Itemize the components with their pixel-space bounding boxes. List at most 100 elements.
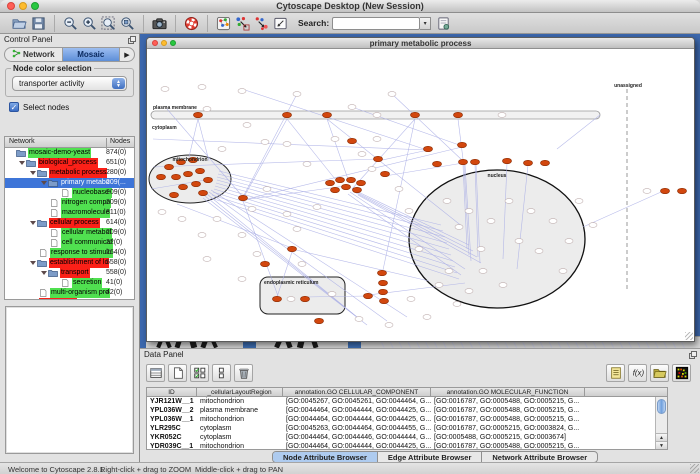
tree-row-biological-process[interactable]: biological_process651(0) bbox=[5, 158, 134, 168]
network-node-selected-color[interactable] bbox=[379, 280, 388, 285]
network-node[interactable] bbox=[348, 105, 356, 110]
network-node[interactable] bbox=[238, 277, 246, 282]
network-node[interactable] bbox=[559, 269, 567, 274]
table-row[interactable]: YKR052Ccytoplasm[GO:0044464, GO:0044446,… bbox=[147, 433, 667, 442]
birds-eye-overview[interactable] bbox=[5, 306, 134, 454]
network-node[interactable] bbox=[498, 113, 506, 118]
network-node-selected-color[interactable] bbox=[283, 112, 292, 117]
search-dropdown-arrow[interactable]: ▾ bbox=[420, 17, 431, 30]
network-node[interactable] bbox=[487, 219, 495, 224]
column-header-2[interactable]: annotation.GO CELLULAR_COMPONENT bbox=[283, 388, 431, 396]
float-panel-icon[interactable] bbox=[689, 351, 697, 359]
table-row[interactable]: YPL036W__2plasma membrane[GO:0044464, GO… bbox=[147, 406, 667, 415]
network-node-selected-color[interactable] bbox=[170, 192, 179, 197]
delete-attribute-icon[interactable] bbox=[234, 364, 253, 382]
node-color-dropdown[interactable]: transporter activity ▲▼ bbox=[12, 76, 127, 91]
expander-triangle-icon[interactable] bbox=[41, 181, 47, 185]
zoom-in-icon[interactable] bbox=[80, 15, 99, 32]
network-node[interactable] bbox=[213, 217, 221, 222]
network-node-selected-color[interactable] bbox=[336, 177, 345, 182]
network-view-window[interactable]: primary metabolic process plasma membran… bbox=[146, 37, 695, 342]
network-node-selected-color[interactable] bbox=[353, 187, 362, 192]
network-node[interactable] bbox=[395, 187, 403, 192]
help-icon[interactable] bbox=[182, 15, 201, 32]
network-node[interactable] bbox=[385, 323, 393, 328]
network-node-selected-color[interactable] bbox=[172, 174, 181, 179]
network-node-selected-color[interactable] bbox=[342, 184, 351, 189]
network-node[interactable] bbox=[535, 249, 543, 254]
network-node[interactable] bbox=[589, 223, 597, 228]
tree-row-cell-communicat[interactable]: cell communicat22(0) bbox=[5, 238, 134, 248]
network-node-selected-color[interactable] bbox=[315, 318, 324, 323]
network-node[interactable] bbox=[373, 113, 381, 118]
tree-row-nitrogen-compo[interactable]: nitrogen compo209(0) bbox=[5, 198, 134, 208]
network-node-selected-color[interactable] bbox=[381, 171, 390, 176]
network-node[interactable] bbox=[515, 239, 523, 244]
network-node-selected-color[interactable] bbox=[347, 177, 356, 182]
network-node[interactable] bbox=[445, 269, 453, 274]
network-canvas[interactable]: plasma membranecytoplasmmitochondrionnuc… bbox=[147, 49, 694, 341]
network-node[interactable] bbox=[358, 152, 366, 157]
network-node[interactable] bbox=[283, 142, 291, 147]
network-node-selected-color[interactable] bbox=[199, 190, 208, 195]
network-node-selected-color[interactable] bbox=[678, 188, 687, 193]
select-nodes-checkbox[interactable]: ✓ bbox=[9, 102, 19, 112]
network-node[interactable] bbox=[203, 257, 211, 262]
import-attributes-icon[interactable] bbox=[650, 364, 669, 382]
tree-row-mosaic-demo-yeast[interactable]: mosaic-demo-yeast874(0) bbox=[5, 148, 134, 158]
network-node[interactable] bbox=[549, 219, 557, 224]
column-header-0[interactable]: ID bbox=[147, 388, 197, 396]
network-node[interactable] bbox=[328, 292, 336, 297]
network-node-selected-color[interactable] bbox=[326, 180, 335, 185]
network-node[interactable] bbox=[479, 269, 487, 274]
network-node[interactable] bbox=[253, 252, 261, 257]
network-node[interactable] bbox=[443, 199, 451, 204]
tree-row-transport[interactable]: transport558(0) bbox=[5, 268, 134, 278]
network-node-selected-color[interactable] bbox=[184, 171, 193, 176]
network-node-selected-color[interactable] bbox=[261, 261, 270, 266]
network-node-selected-color[interactable] bbox=[364, 293, 373, 298]
new-attribute-icon[interactable] bbox=[168, 364, 187, 382]
window-titlebar[interactable]: Cytoscape Desktop (New Session) bbox=[0, 0, 700, 13]
select-attributes-icon[interactable] bbox=[190, 364, 209, 382]
tree-row-macromolecule[interactable]: macromolecule311(0) bbox=[5, 208, 134, 218]
scroll-down-arrow[interactable]: ▼ bbox=[656, 441, 667, 449]
network-node[interactable] bbox=[203, 107, 211, 112]
network-node[interactable] bbox=[261, 140, 269, 145]
scrollbar-thumb[interactable] bbox=[657, 399, 666, 414]
table-row[interactable]: YLR295Ccytoplasm[GO:0045263, GO:0044464,… bbox=[147, 424, 667, 433]
save-icon[interactable] bbox=[29, 15, 48, 32]
tree-row-establishment-of-lo[interactable]: establishment of lo558(0) bbox=[5, 258, 134, 268]
network-node-selected-color[interactable] bbox=[179, 184, 188, 189]
network-node[interactable] bbox=[283, 212, 291, 217]
network-node-selected-color[interactable] bbox=[288, 246, 297, 251]
network-node-selected-color[interactable] bbox=[194, 112, 203, 117]
network-node[interactable] bbox=[368, 167, 376, 172]
tab-network-attribute-browser[interactable]: Network Attribute Browser bbox=[482, 452, 597, 462]
network-node[interactable] bbox=[298, 262, 306, 267]
zoom-fit-icon[interactable] bbox=[99, 15, 118, 32]
column-header-1[interactable]: _cellularLayoutRegion bbox=[197, 388, 283, 396]
network-node[interactable] bbox=[161, 87, 169, 92]
tree-row-secretion[interactable]: secretion41(0) bbox=[5, 278, 134, 288]
layout-apply-icon[interactable] bbox=[233, 15, 252, 32]
attribute-list-icon[interactable] bbox=[606, 364, 625, 382]
network-node[interactable] bbox=[263, 187, 271, 192]
network-node-selected-color[interactable] bbox=[331, 187, 340, 192]
tree-row-multi-organism-pro[interactable]: multi-organism pro42(0) bbox=[5, 288, 134, 298]
network-node[interactable] bbox=[415, 247, 423, 252]
tree-row-metabolic-process[interactable]: metabolic process280(0) bbox=[5, 168, 134, 178]
expander-triangle-icon[interactable] bbox=[30, 261, 36, 265]
snapshot-icon[interactable] bbox=[150, 15, 169, 32]
network-node[interactable] bbox=[465, 209, 473, 214]
annotation-icon[interactable] bbox=[271, 15, 290, 32]
network-node[interactable] bbox=[198, 85, 206, 90]
network-node[interactable] bbox=[355, 317, 363, 322]
tree-row-cellular-process[interactable]: cellular process614(0) bbox=[5, 218, 134, 228]
network-node[interactable] bbox=[243, 123, 251, 128]
network-node-selected-color[interactable] bbox=[424, 146, 433, 151]
zoom-selected-icon[interactable] bbox=[118, 15, 137, 32]
network-node[interactable] bbox=[238, 89, 246, 94]
network-node[interactable] bbox=[178, 217, 186, 222]
resize-grip[interactable] bbox=[685, 332, 693, 340]
